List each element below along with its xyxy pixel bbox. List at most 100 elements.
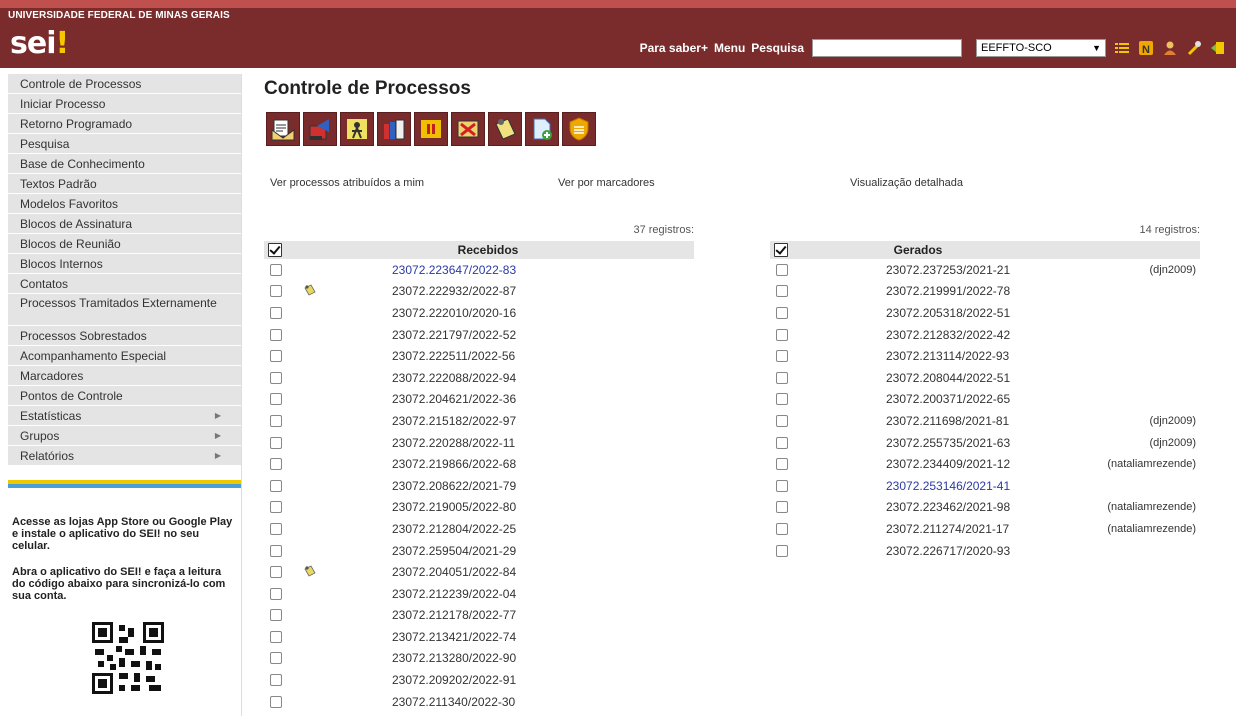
row-checkbox[interactable] <box>270 393 282 406</box>
process-link[interactable]: 23072.219991/2022-78 <box>886 284 1010 298</box>
process-link[interactable]: 23072.209202/2022-91 <box>392 673 516 687</box>
row-checkbox[interactable] <box>776 501 788 514</box>
select-all-received-checkbox[interactable] <box>268 243 282 257</box>
process-link[interactable]: 23072.205318/2022-51 <box>886 306 1010 320</box>
forward-process-button[interactable] <box>303 112 337 146</box>
row-checkbox[interactable] <box>270 458 282 471</box>
row-checkbox[interactable] <box>270 695 282 708</box>
sidebar-item-retorno-programado[interactable]: Retorno Programado <box>8 114 241 134</box>
process-link[interactable]: 23072.212178/2022-77 <box>392 608 516 622</box>
row-checkbox[interactable] <box>776 350 788 363</box>
row-checkbox[interactable] <box>270 263 282 276</box>
process-link[interactable]: 23072.213280/2022-90 <box>392 651 516 665</box>
sidebar-item-sobrestados[interactable]: Processos Sobrestados <box>8 326 241 346</box>
sidebar-item-textos-padrao[interactable]: Textos Padrão <box>8 174 241 194</box>
process-link[interactable]: 23072.200371/2022-65 <box>886 392 1010 406</box>
process-link[interactable]: 23072.253146/2021-41 <box>886 479 1010 493</box>
process-link[interactable]: 23072.222088/2022-94 <box>392 371 516 385</box>
row-checkbox[interactable] <box>270 630 282 643</box>
sidebar-item-blocos-assinatura[interactable]: Blocos de Assinatura <box>8 214 241 234</box>
process-link[interactable]: 23072.226717/2020-93 <box>886 544 1010 558</box>
process-link[interactable]: 23072.223647/2022-83 <box>392 263 516 277</box>
sidebar-item-pontos-controle[interactable]: Pontos de Controle <box>8 386 241 406</box>
detailed-view-link[interactable]: Visualização detalhada <box>850 177 963 189</box>
menu-link[interactable]: Menu <box>714 41 745 55</box>
suspend-button[interactable] <box>414 112 448 146</box>
process-link[interactable]: 23072.215182/2022-97 <box>392 414 516 428</box>
process-link[interactable]: 23072.212239/2022-04 <box>392 587 516 601</box>
process-link[interactable]: 23072.221797/2022-52 <box>392 328 516 342</box>
select-all-generated-checkbox[interactable] <box>774 243 788 257</box>
row-checkbox[interactable] <box>270 652 282 665</box>
row-checkbox[interactable] <box>776 544 788 557</box>
row-checkbox[interactable] <box>776 371 788 384</box>
process-link[interactable]: 23072.212804/2022-25 <box>392 522 516 536</box>
books-button[interactable] <box>377 112 411 146</box>
process-link[interactable]: 23072.222010/2020-16 <box>392 306 516 320</box>
sidebar-item-relatorios[interactable]: Relatórios ▶ <box>8 446 241 466</box>
n-icon[interactable]: N <box>1138 40 1154 56</box>
para-saber-link[interactable]: Para saber+ <box>640 41 708 55</box>
row-checkbox[interactable] <box>270 609 282 622</box>
list-icon[interactable] <box>1114 40 1130 56</box>
sidebar-item-grupos[interactable]: Grupos ▶ <box>8 426 241 446</box>
sidebar-item-tramitados-externamente[interactable]: Processos Tramitados Externamente <box>8 294 241 326</box>
row-checkbox[interactable] <box>270 522 282 535</box>
tools-icon[interactable] <box>1186 40 1202 56</box>
search-input[interactable] <box>812 39 962 57</box>
unit-select[interactable]: EEFFTO-SCO ▼ <box>976 39 1106 57</box>
process-link[interactable]: 23072.211340/2022-30 <box>392 695 515 709</box>
sidebar-item-blocos-reuniao[interactable]: Blocos de Reunião <box>8 234 241 254</box>
markers-view-link[interactable]: Ver por marcadores <box>558 177 655 189</box>
sidebar-item-blocos-internos[interactable]: Blocos Internos <box>8 254 241 274</box>
process-link[interactable]: 23072.219866/2022-68 <box>392 457 516 471</box>
exit-icon[interactable] <box>1210 40 1226 56</box>
assign-button[interactable] <box>340 112 374 146</box>
process-link[interactable]: 23072.222511/2022-56 <box>392 349 515 363</box>
sidebar-item-pesquisa[interactable]: Pesquisa <box>8 134 241 154</box>
process-link[interactable]: 23072.234409/2021-12 <box>886 457 1010 471</box>
process-link[interactable]: 23072.208622/2021-79 <box>392 479 516 493</box>
row-checkbox[interactable] <box>776 263 788 276</box>
row-checkbox[interactable] <box>270 371 282 384</box>
process-link[interactable]: 23072.211274/2021-17 <box>886 522 1009 536</box>
note-icon[interactable] <box>304 565 316 577</box>
sidebar-item-estatisticas[interactable]: Estatísticas ▶ <box>8 406 241 426</box>
row-checkbox[interactable] <box>270 436 282 449</box>
row-checkbox[interactable] <box>776 306 788 319</box>
row-checkbox[interactable] <box>776 522 788 535</box>
row-checkbox[interactable] <box>270 587 282 600</box>
send-process-button[interactable] <box>266 112 300 146</box>
row-checkbox[interactable] <box>776 393 788 406</box>
row-checkbox[interactable] <box>776 458 788 471</box>
user-icon[interactable] <box>1162 40 1178 56</box>
sidebar-item-acompanhamento-especial[interactable]: Acompanhamento Especial <box>8 346 241 366</box>
process-link[interactable]: 23072.212832/2022-42 <box>886 328 1010 342</box>
process-link[interactable]: 23072.220288/2022-11 <box>392 436 515 450</box>
process-link[interactable]: 23072.219005/2022-80 <box>392 500 516 514</box>
process-link[interactable]: 23072.213114/2022-93 <box>886 349 1009 363</box>
row-checkbox[interactable] <box>776 285 788 298</box>
row-checkbox[interactable] <box>270 479 282 492</box>
new-document-button[interactable] <box>525 112 559 146</box>
sidebar-item-iniciar-processo[interactable]: Iniciar Processo <box>8 94 241 114</box>
pesquisa-link[interactable]: Pesquisa <box>751 41 804 55</box>
note-icon[interactable] <box>304 284 316 296</box>
process-link[interactable]: 23072.255735/2021-63 <box>886 436 1010 450</box>
row-checkbox[interactable] <box>270 328 282 341</box>
process-link[interactable]: 23072.222932/2022-87 <box>392 284 516 298</box>
process-link[interactable]: 23072.223462/2021-98 <box>886 500 1010 514</box>
process-link[interactable]: 23072.213421/2022-74 <box>392 630 516 644</box>
notes-button[interactable] <box>488 112 522 146</box>
sidebar-item-contatos[interactable]: Contatos <box>8 274 241 294</box>
row-checkbox[interactable] <box>270 306 282 319</box>
assigned-to-me-link[interactable]: Ver processos atribuídos a mim <box>270 177 424 189</box>
sidebar-item-marcadores[interactable]: Marcadores <box>8 366 241 386</box>
row-checkbox[interactable] <box>270 350 282 363</box>
process-link[interactable]: 23072.204621/2022-36 <box>392 392 516 406</box>
sidebar-item-modelos-favoritos[interactable]: Modelos Favoritos <box>8 194 241 214</box>
row-checkbox[interactable] <box>270 566 282 579</box>
process-link[interactable]: 23072.208044/2022-51 <box>886 371 1010 385</box>
row-checkbox[interactable] <box>270 414 282 427</box>
process-link[interactable]: 23072.259504/2021-29 <box>392 544 516 558</box>
